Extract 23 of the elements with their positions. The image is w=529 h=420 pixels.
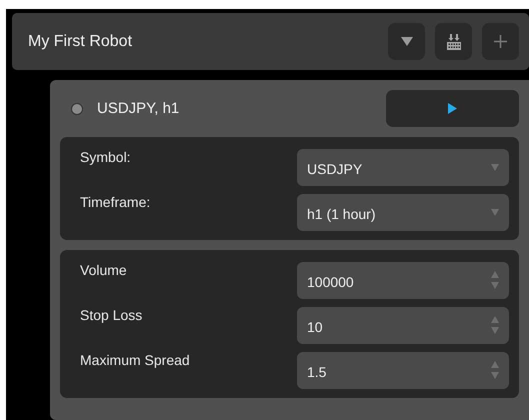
number-field[interactable]: 10 <box>297 306 509 344</box>
dropdown-field[interactable]: h1 (1 hour) <box>297 194 509 230</box>
dropdown-field[interactable]: USDJPY <box>297 148 509 186</box>
plus-icon <box>494 35 507 48</box>
keyboard-arrows-icon <box>446 34 462 50</box>
triangle-down-icon <box>400 37 412 46</box>
caret-icon <box>491 164 499 170</box>
number-field[interactable]: 1.5 <box>297 352 509 388</box>
parameter-label: Stop Loss <box>80 306 142 323</box>
keyboard-button[interactable] <box>435 23 472 60</box>
dropdown-button[interactable] <box>388 23 425 60</box>
field-label: Timeframe: <box>80 193 150 210</box>
play-icon <box>448 103 457 114</box>
spinner-arrows-icon <box>491 361 499 379</box>
spinner-arrows-icon <box>491 271 499 289</box>
field-label: Symbol: <box>80 148 131 165</box>
parameter-label: Maximum Spread <box>80 351 190 368</box>
caret-icon <box>491 208 499 216</box>
spinner-arrows-icon <box>491 316 499 334</box>
robot-title: My First Robot <box>28 32 132 50</box>
instance-title: USDJPY, h1 <box>97 100 180 117</box>
parameter-label: Volume <box>80 261 127 278</box>
number-field[interactable]: 100000 <box>297 262 509 298</box>
